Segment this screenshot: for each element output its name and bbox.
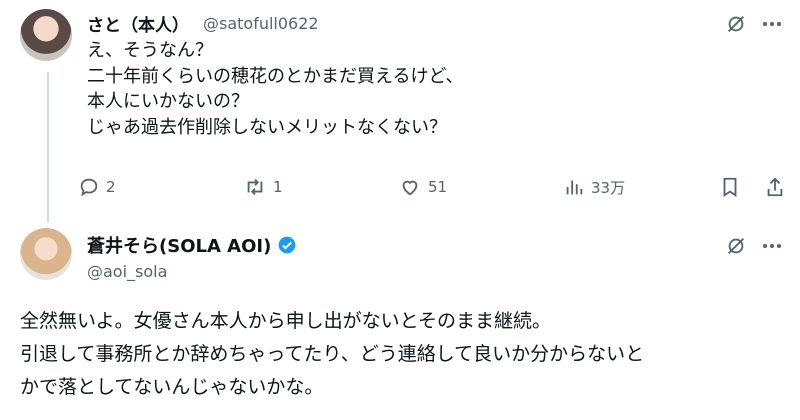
tweet-line: 本人にいかないの？ (87, 91, 249, 112)
views-icon (566, 180, 583, 195)
more-icon[interactable] (758, 232, 786, 260)
bookmark-icon (723, 177, 737, 197)
bookmark-button[interactable] (720, 172, 740, 202)
like-count: 51 (428, 178, 448, 196)
tweet-line: 全然無いよ。女優さん本人から申し出がないとそのまま継続。 (20, 310, 552, 332)
share-button[interactable] (765, 172, 785, 202)
views-count: 33万 (591, 178, 626, 197)
grok-icon[interactable] (722, 232, 750, 260)
reply-button[interactable]: 2 (78, 172, 116, 202)
more-icon[interactable] (758, 10, 786, 38)
like-button[interactable]: 51 (398, 172, 447, 202)
tweet-line: かで落としてないんじゃないかな。 (20, 376, 324, 398)
tweet-actions: 2 1 51 33万 (78, 172, 793, 202)
repost-icon (247, 179, 263, 195)
repost-button[interactable]: 1 (243, 172, 283, 202)
repost-count: 1 (273, 178, 283, 196)
share-icon (767, 177, 783, 197)
verified-badge-icon (278, 236, 296, 254)
tweet-text: 全然無いよ。女優さん本人から申し出がないとそのまま継続。 引退して事務所とか辞め… (20, 305, 790, 404)
tweet-line: 引退して事務所とか辞めちゃってたり、どう連絡して良いか分からないと (20, 343, 645, 365)
reply-count: 2 (106, 178, 116, 196)
handle[interactable]: @aoi_sola (87, 262, 167, 281)
tweet-text: え、そうなん？ 二十年前くらいの穂花のとかまだ買えるけど、 本人にいかないの？ … (87, 38, 647, 140)
display-name[interactable]: 蒼井そら(SOLA AOI) (87, 232, 271, 258)
avatar[interactable] (20, 9, 72, 61)
display-name[interactable]: さと（本人） (87, 11, 189, 36)
handle[interactable]: @satofull0622 (203, 14, 319, 33)
grok-icon[interactable] (722, 10, 750, 38)
tweet-line: え、そうなん？ (87, 40, 213, 61)
tweet-line: 二十年前くらいの穂花のとかまだ買えるけど、 (87, 65, 464, 87)
thread-line (47, 72, 49, 222)
avatar[interactable] (20, 228, 72, 280)
views-button[interactable]: 33万 (563, 172, 625, 202)
tweet-line: じゃあ過去作削除しないメリットなくない？ (87, 116, 447, 138)
reply-icon (80, 178, 98, 197)
heart-icon (402, 180, 418, 196)
